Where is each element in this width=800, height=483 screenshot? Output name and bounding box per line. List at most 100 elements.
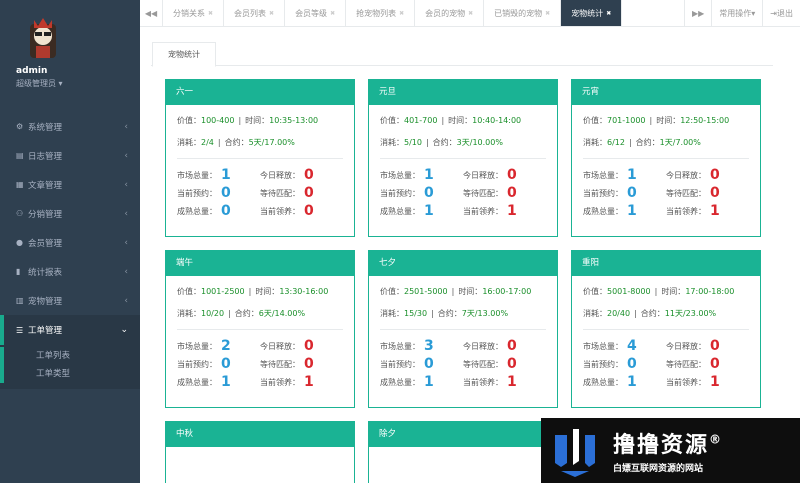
value-range: 401-700 (404, 116, 438, 125)
current-adopt: 0 (304, 203, 314, 219)
waiting-match: 0 (710, 356, 720, 372)
double-left-icon: ◀◀ (144, 9, 158, 18)
pet-card-body: 价值：401-700 | 时间：10:40-14:00 消耗：5/10 | 合约：3天/1… (369, 105, 557, 220)
divider (177, 329, 343, 330)
sidebar-item-reports[interactable]: ▮ 统计报表 ‹ (0, 257, 140, 286)
page-tabs: 分销关系 ✖ 会员列表 ✖ 会员等级 ✖ 抢宠物列表 ✖ 会员的宠物 ✖ 已销毁的宠物 ✖ … (163, 0, 684, 26)
value-time-row: 价值：100-400 | 时间：10:35-13:00 (177, 116, 319, 125)
market-total: 4 (627, 338, 637, 354)
waiting-match: 0 (304, 356, 314, 372)
today-release: 0 (507, 167, 517, 183)
pet-card: 元宵 价值：701-1000 | 时间：12:50-15:00 消耗：6/12 | 合约：1… (571, 79, 761, 237)
market-total: 2 (221, 338, 231, 354)
pet-card-title: 元旦 (369, 80, 557, 105)
contract-value: 1天/7.00% (659, 138, 701, 147)
watermark-logo (547, 422, 603, 479)
scroll-left-button[interactable]: ◀◀ (140, 0, 163, 27)
time-range: 10:35-13:00 (269, 116, 319, 125)
waiting-match: 0 (507, 185, 517, 201)
close-icon[interactable]: ✖ (399, 10, 404, 17)
content-tab-bar: 宠物统计 (151, 42, 773, 67)
common-ops-dropdown[interactable]: 常用操作 ▾ (711, 0, 762, 27)
close-icon[interactable]: ✖ (330, 10, 335, 17)
value-time-row: 价值：1001-2500 | 时间：13:30-16:00 (177, 287, 329, 296)
sidebar-item-pets[interactable]: ▥ 宠物管理 ‹ (0, 286, 140, 315)
value-time-row: 价值：701-1000 | 时间：12:50-15:00 (583, 116, 730, 125)
current-reserve: 0 (627, 185, 637, 201)
tab-member-pets[interactable]: 会员的宠物 ✖ (415, 0, 485, 26)
market-total: 3 (424, 338, 434, 354)
sidebar-item-workorders[interactable]: ☰ 工单管理 ⌄ (0, 315, 140, 345)
mature-total: 1 (424, 203, 434, 219)
today-release: 0 (710, 167, 720, 183)
watermark-banner: 撸撸资源® 白嫖互联网资源的网站 (541, 418, 800, 483)
close-icon[interactable]: ✖ (208, 10, 213, 17)
scroll-right-button[interactable]: ▶▶ (683, 0, 711, 27)
time-range: 10:40-14:00 (472, 116, 522, 125)
tab-pet-stats-content[interactable]: 宠物统计 (152, 42, 216, 67)
tab-member-list[interactable]: 会员列表 ✖ (224, 0, 286, 26)
tab-destroyed-pets[interactable]: 已销毁的宠物 ✖ (484, 0, 562, 26)
sidebar-item-members[interactable]: ● 会员管理 ‹ (0, 228, 140, 257)
current-adopt: 1 (507, 374, 517, 390)
time-range: 13:30-16:00 (279, 287, 329, 296)
sidebar-item-articles[interactable]: ▦ 文章管理 ‹ (0, 170, 140, 199)
tab-pet-statistics[interactable]: 宠物统计 ✖ (561, 0, 623, 26)
close-icon[interactable]: ✖ (468, 10, 473, 17)
avatar[interactable] (26, 14, 60, 62)
mature-total: 1 (627, 374, 637, 390)
today-release: 0 (507, 338, 517, 354)
double-right-icon: ▶▶ (691, 9, 705, 18)
tab-grab-pet-list[interactable]: 抢宠物列表 ✖ (346, 0, 416, 26)
divider (583, 158, 749, 159)
chevron-left-icon: ‹ (124, 266, 128, 277)
sidebar-subitem-workorder-types[interactable]: 工单类型 (0, 365, 140, 383)
sidebar-item-distribution[interactable]: ⚇ 分销管理 ‹ (0, 199, 140, 228)
current-reserve: 0 (221, 185, 231, 201)
cost-value: 15/30 (404, 309, 428, 318)
contract-value: 11天/23.00% (664, 309, 717, 318)
current-adopt: 1 (710, 374, 720, 390)
close-icon[interactable]: ✖ (269, 10, 274, 17)
mature-total: 1 (221, 374, 231, 390)
cost-contract-row: 消耗：10/20 | 合约：6天/14.00% (177, 309, 306, 318)
article-icon: ▦ (16, 180, 24, 189)
close-icon[interactable]: ✖ (545, 10, 550, 17)
pet-stats-grid: 市场总量： 2 今日释放： 0 当前预约： 0 等待匹配： 0 成熟总量： 1 当前领养： 1 (177, 338, 314, 390)
pet-card: 元旦 价值：401-700 | 时间：10:40-14:00 消耗：5/10 | 合约：3天… (368, 79, 558, 237)
topbar-actions: ▶▶ 常用操作 ▾ ⇥ 退出 (683, 0, 800, 27)
tab-member-level[interactable]: 会员等级 ✖ (285, 0, 347, 26)
close-icon[interactable]: ✖ (606, 10, 611, 17)
pet-card-body: 价值：5001-8000 | 时间：17:00-18:00 消耗：20/40 | 合约：1… (572, 276, 760, 391)
sidebar-item-system[interactable]: ⚙ 系统管理 ‹ (0, 112, 140, 141)
chevron-left-icon: ‹ (124, 150, 128, 161)
value-time-row: 价值：401-700 | 时间：10:40-14:00 (380, 116, 522, 125)
cost-value: 10/20 (201, 309, 225, 318)
log-icon: ▤ (16, 151, 24, 160)
pet-card: 重阳 价值：5001-8000 | 时间：17:00-18:00 消耗：20/40 | 合约… (571, 250, 761, 408)
chevron-left-icon: ‹ (124, 208, 128, 219)
divider (177, 158, 343, 159)
current-adopt: 1 (304, 374, 314, 390)
mature-total: 0 (221, 203, 231, 219)
current-adopt: 1 (507, 203, 517, 219)
pet-card-body: 价值：1001-2500 | 时间：13:30-16:00 消耗：10/20 | 合约：6… (166, 276, 354, 391)
watermark-text: 撸撸资源® 白嫖互联网资源的网站 (613, 427, 723, 474)
pet-card: 六一价值：100-400 | 时间：10:35-13:00 消耗：2/4 | 合约：5天/… (165, 79, 355, 237)
profile-role[interactable]: 超级管理员 ▾ (16, 78, 124, 89)
market-total: 1 (424, 167, 434, 183)
cost-contract-row: 消耗：15/30 | 合约：7天/13.00% (380, 309, 509, 318)
sidebar-subitem-workorder-list[interactable]: 工单列表 (0, 347, 140, 365)
profile-name[interactable]: admin (16, 66, 124, 76)
pet-card-title: 除夕 (369, 422, 557, 447)
waiting-match: 0 (304, 185, 314, 201)
tab-distribution-relation[interactable]: 分销关系 ✖ (163, 0, 225, 26)
sidebar-item-logs[interactable]: ▤ 日志管理 ‹ (0, 141, 140, 170)
pet-card: 除夕 (368, 421, 558, 483)
logout-button[interactable]: ⇥ 退出 (762, 0, 800, 27)
chevron-left-icon: ‹ (124, 237, 128, 248)
pet-card-title: 六一 (166, 80, 354, 105)
cost-contract-row: 消耗：6/12 | 合约：1天/7.00% (583, 138, 701, 147)
cost-contract-row: 消耗：2/4 | 合约：5天/17.00% (177, 138, 295, 147)
pet-stats-grid: 市场总量： 4 今日释放： 0 当前预约： 0 等待匹配： 0 成熟总量： 1 当前领养： 1 (583, 338, 720, 390)
